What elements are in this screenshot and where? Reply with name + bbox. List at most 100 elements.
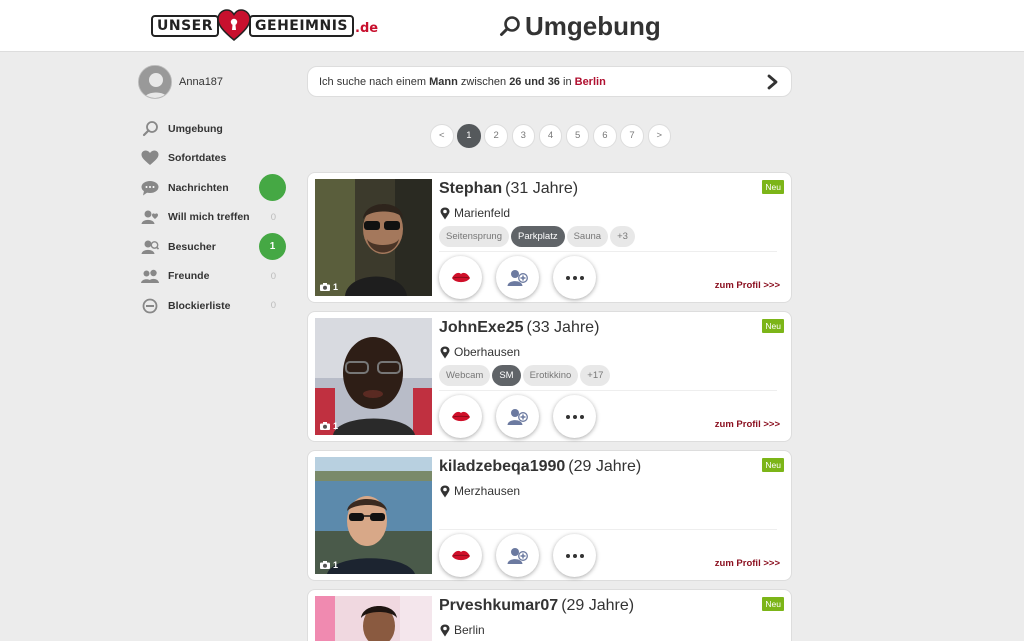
sidebar-item-label: Umgebung: [168, 122, 223, 135]
page-prev-button[interactable]: <: [430, 124, 454, 148]
username: Anna187: [179, 76, 224, 88]
profile-age: (29 Jahre): [561, 597, 635, 614]
visitors-badge: 1: [259, 233, 286, 261]
profile-link[interactable]: zum Profil >>>: [715, 280, 780, 291]
profile-link[interactable]: zum Profil >>>: [715, 419, 780, 430]
interest-tag: SM: [492, 365, 521, 386]
page-button-4[interactable]: 4: [538, 124, 563, 148]
kiss-button[interactable]: [439, 534, 482, 577]
avatar[interactable]: [138, 65, 172, 99]
add-friend-icon: [507, 408, 528, 425]
chat-icon: [141, 179, 159, 197]
more-dots-icon: [565, 553, 584, 558]
sidebar-item-label: Will mich treffen: [168, 211, 250, 224]
visitor-icon: [141, 238, 159, 256]
sidebar-item-nachrichten[interactable]: Nachrichten: [138, 173, 288, 203]
pagination: <1 2 3 4 5 6 7 >: [430, 124, 671, 148]
profile-username: kiladzebeqa1990: [439, 458, 566, 475]
chevron-right-icon[interactable]: [766, 74, 780, 90]
profile-card[interactable]: Prveshkumar07 (29 Jahre) Neu Berlin: [307, 589, 792, 641]
sidebar-item-sofortdates[interactable]: Sofortdates: [138, 144, 288, 174]
site-logo[interactable]: UNSER GEHEIMNIS .de: [151, 7, 378, 45]
more-options-button[interactable]: [553, 256, 596, 299]
sidebar-item-label: Blockierliste: [168, 299, 231, 312]
profile-username: JohnExe25: [439, 319, 524, 336]
divider: [439, 390, 777, 391]
friends-icon: [141, 267, 159, 285]
heart-icon: [141, 149, 159, 167]
map-pin-icon: [440, 485, 450, 497]
search-prefix: Ich suche nach einem: [319, 75, 427, 88]
profile-name[interactable]: Stephan (31 Jahre): [439, 180, 578, 198]
page-button-1[interactable]: 1: [457, 124, 481, 148]
photo-count-value: 1: [333, 560, 339, 570]
profile-photo[interactable]: 1: [315, 318, 432, 435]
sidebar-item-will-mich-treffen[interactable]: Will mich treffen 0: [138, 203, 288, 233]
profile-photo[interactable]: 1: [315, 179, 432, 296]
profile-name[interactable]: JohnExe25 (33 Jahre): [439, 319, 599, 337]
profile-location-text: Oberhausen: [454, 345, 521, 359]
profile-photo-image: [315, 596, 432, 641]
new-badge: Neu: [762, 597, 784, 611]
search-icon: [141, 120, 159, 138]
profile-photo-image: [315, 318, 432, 435]
profile-location-text: Berlin: [454, 623, 485, 637]
more-options-button[interactable]: [553, 534, 596, 577]
logo-text-left: UNSER: [151, 15, 220, 37]
profile-photo[interactable]: 1: [315, 457, 432, 574]
more-dots-icon: [565, 414, 584, 419]
search-in: in: [563, 75, 572, 88]
sidebar-item-count: 0: [270, 300, 276, 312]
divider: [439, 251, 777, 252]
search-criteria-bar[interactable]: Ich suche nach einem Mann zwischen 26 un…: [307, 66, 792, 97]
page-button-7[interactable]: 7: [620, 124, 644, 148]
map-pin-icon: [440, 207, 450, 219]
profile-username: Stephan: [439, 180, 503, 197]
page-next-button[interactable]: >: [647, 124, 671, 148]
interest-tag: Webcam: [439, 365, 491, 386]
page-button-3[interactable]: 3: [511, 124, 536, 148]
header: UNSER GEHEIMNIS .de Umgebung: [0, 0, 1024, 52]
sidebar-item-freunde[interactable]: Freunde 0: [138, 262, 288, 292]
sidebar-item-umgebung[interactable]: Umgebung: [138, 114, 288, 144]
more-dots-icon: [565, 275, 584, 280]
new-badge: Neu: [762, 458, 784, 472]
profile-card[interactable]: 1 Stephan (31 Jahre) Neu Marienfeld Seite…: [307, 172, 792, 303]
profile-photo[interactable]: [315, 596, 432, 641]
add-friend-button[interactable]: [496, 256, 539, 299]
messages-badge: [259, 174, 286, 202]
new-badge: Neu: [762, 180, 784, 194]
page-title-text: Umgebung: [525, 10, 661, 41]
interest-tag: Parkplatz: [510, 226, 565, 247]
user-profile[interactable]: Anna187: [138, 64, 288, 100]
profile-age: (29 Jahre): [568, 458, 642, 475]
sidebar-item-label: Nachrichten: [168, 181, 229, 194]
profile-card[interactable]: 1 kiladzebeqa1990 (29 Jahre) Neu Merzhaus…: [307, 450, 792, 581]
page-button-2[interactable]: 2: [484, 124, 508, 148]
kiss-icon: [451, 550, 470, 560]
kiss-button[interactable]: [439, 256, 482, 299]
sidebar-item-label: Besucher: [168, 240, 216, 253]
more-options-button[interactable]: [553, 395, 596, 438]
profile-actions: [439, 395, 596, 438]
map-pin-icon: [440, 624, 450, 636]
search-city: Berlin: [574, 75, 606, 88]
page-button-5[interactable]: 5: [565, 124, 590, 148]
more-tags[interactable]: +17: [580, 365, 611, 386]
add-friend-button[interactable]: [496, 534, 539, 577]
profile-name[interactable]: kiladzebeqa1990 (29 Jahre): [439, 458, 641, 476]
profile-card[interactable]: 1 JohnExe25 (33 Jahre) Neu Oberhausen Web…: [307, 311, 792, 442]
profile-link[interactable]: zum Profil >>>: [715, 558, 780, 569]
camera-icon: [320, 283, 330, 291]
interest-tag: Seitensprung: [439, 226, 509, 247]
profile-name[interactable]: Prveshkumar07 (29 Jahre): [439, 597, 634, 615]
page-button-6[interactable]: 6: [593, 124, 617, 148]
page-title: Umgebung: [499, 9, 661, 43]
sidebar-item-besucher[interactable]: Besucher 1: [138, 232, 288, 262]
kiss-button[interactable]: [439, 395, 482, 438]
sidebar-item-blockierliste[interactable]: Blockierliste 0: [138, 291, 288, 321]
logo-heart-icon: [217, 9, 251, 41]
add-friend-icon: [507, 547, 528, 564]
add-friend-button[interactable]: [496, 395, 539, 438]
more-tags[interactable]: +3: [610, 226, 635, 247]
